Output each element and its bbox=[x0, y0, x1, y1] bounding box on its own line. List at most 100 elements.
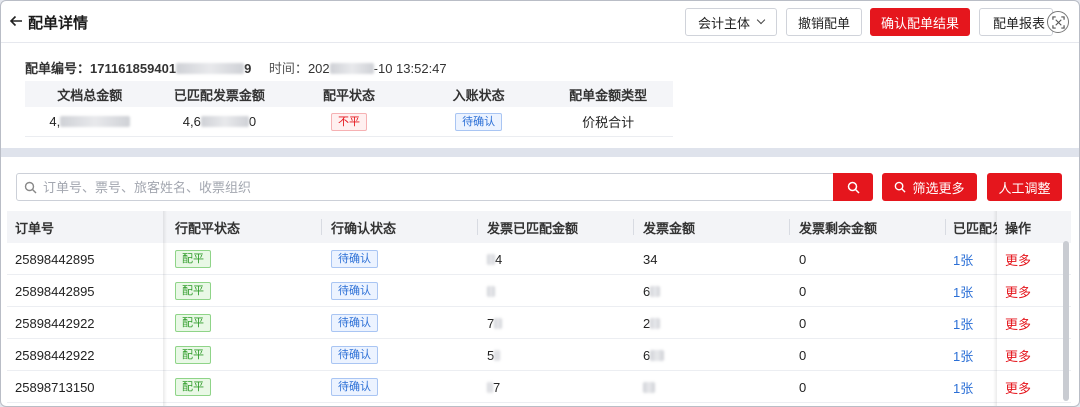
search-button[interactable] bbox=[833, 173, 873, 201]
redacted-block bbox=[200, 116, 249, 127]
time-value-tail: -10 13:52:47 bbox=[373, 61, 447, 76]
summary-amount-type: 价税合计 bbox=[582, 115, 635, 130]
status-badge: 待确认 bbox=[331, 346, 378, 364]
more-actions-link[interactable]: 更多 bbox=[1005, 314, 1031, 333]
entity-select-button[interactable]: 会计主体 bbox=[685, 8, 777, 36]
more-actions-link[interactable]: 更多 bbox=[1005, 282, 1031, 301]
col-invoice-amount: 发票金额 bbox=[643, 220, 696, 236]
redacted-block bbox=[487, 381, 493, 393]
redacted-block bbox=[494, 349, 501, 361]
cell-line-confirm: 待确认 bbox=[323, 307, 378, 339]
status-badge: 配平 bbox=[175, 314, 211, 332]
col-line-balance: 行配平状态 bbox=[175, 220, 241, 236]
cell-invoice-amount: 34 bbox=[635, 243, 657, 275]
summary-col-amount-type: 配单金额类型 bbox=[569, 87, 648, 103]
time-label: 时间： bbox=[268, 61, 308, 76]
cell-actions: 更多 bbox=[997, 371, 1031, 403]
chevron-down-icon bbox=[756, 15, 766, 25]
search-icon bbox=[17, 181, 43, 194]
back-arrow-icon[interactable] bbox=[7, 11, 25, 31]
cell-line-balance: 配平 bbox=[167, 243, 211, 275]
entity-select-label: 会计主体 bbox=[697, 15, 750, 31]
summary-table: 文档总金额 已匹配发票金额 配平状态 入账状态 配单金额类型 4, 4,6 0 不… bbox=[25, 81, 673, 137]
matched-amount-value: 7 bbox=[487, 315, 495, 331]
page-header: 配单详情 会计主体 撤销配单 确认配单结果 配单报表 bbox=[1, 1, 1079, 43]
search-icon bbox=[847, 181, 860, 194]
cell-line-confirm: 待确认 bbox=[323, 339, 378, 371]
matched-invoices-link[interactable]: 1张 bbox=[953, 314, 973, 333]
manual-adjust-button[interactable]: 人工调整 bbox=[987, 173, 1062, 201]
app-window: 配单详情 会计主体 撤销配单 确认配单结果 配单报表 配单编号：17116185… bbox=[0, 0, 1080, 407]
cell-line-confirm: 待确认 bbox=[323, 243, 378, 275]
summary-col-doc-total: 文档总金额 bbox=[57, 87, 123, 103]
table-scrollbar[interactable] bbox=[1063, 241, 1069, 401]
page-title: 配单详情 bbox=[28, 15, 89, 32]
col-order-no: 订单号 bbox=[15, 220, 55, 236]
column-divider bbox=[789, 219, 790, 235]
search-input[interactable] bbox=[43, 179, 871, 195]
redacted-block bbox=[487, 253, 495, 265]
cell-remaining-amount: 0 bbox=[799, 283, 807, 299]
cell-matched-amount bbox=[479, 275, 495, 307]
column-divider bbox=[321, 219, 322, 235]
cell-line-confirm: 待确认 bbox=[323, 275, 378, 307]
order-no-label: 配单编号： bbox=[25, 61, 91, 76]
doc-total-value: 4, bbox=[49, 114, 61, 129]
order-no-value: 171161859401 bbox=[90, 61, 177, 76]
status-badge: 待确认 bbox=[331, 378, 378, 396]
cell-remaining-amount: 0 bbox=[799, 315, 807, 331]
redacted-block bbox=[650, 285, 661, 297]
summary-balance-status: 不平 bbox=[284, 107, 414, 136]
redacted-block bbox=[494, 317, 503, 329]
invoice-amount-value: 34 bbox=[643, 251, 658, 267]
redacted-block bbox=[60, 116, 131, 127]
match-meta: 配单编号：171161859401 9 时间：202 -10 13:52:47 bbox=[25, 58, 447, 77]
redacted-block bbox=[650, 317, 661, 329]
match-info-section: 配单编号：171161859401 9 时间：202 -10 13:52:47 文档… bbox=[1, 44, 1079, 148]
section-divider bbox=[1, 148, 1079, 157]
cell-matched-amount: 5 bbox=[479, 339, 501, 371]
cell-invoice-amount: 6 bbox=[635, 339, 665, 371]
redacted-block bbox=[176, 63, 245, 74]
cell-remaining-amount: 0 bbox=[799, 347, 807, 363]
summary-row: 4, 4,6 0 不平 待确认 价税合计 bbox=[25, 107, 673, 137]
matched-amount-value: 7 bbox=[493, 379, 501, 395]
match-report-button[interactable]: 配单报表 bbox=[979, 8, 1053, 36]
cell-invoice-amount: 2 bbox=[635, 307, 661, 339]
col-matched-amount: 发票已匹配金额 bbox=[487, 220, 579, 236]
more-actions-link[interactable]: 更多 bbox=[1005, 346, 1031, 365]
matched-invoices-link[interactable]: 1张 bbox=[953, 250, 973, 269]
status-badge: 待确认 bbox=[331, 250, 378, 268]
more-actions-link[interactable]: 更多 bbox=[1005, 250, 1031, 269]
cell-order-no: 25898442895 bbox=[15, 251, 95, 267]
cell-order-no: 25898442922 bbox=[15, 347, 95, 363]
summary-col-posting-status: 入账状态 bbox=[452, 87, 505, 103]
more-actions-link[interactable]: 更多 bbox=[1005, 378, 1031, 397]
col-matched-invoices: 已匹配发 bbox=[953, 220, 997, 236]
filter-more-label: 筛选更多 bbox=[912, 180, 965, 196]
redacted-block bbox=[329, 63, 374, 74]
summary-doc-total: 4, bbox=[25, 107, 155, 136]
status-badge: 配平 bbox=[175, 346, 211, 364]
cancel-match-button[interactable]: 撤销配单 bbox=[786, 8, 862, 36]
cell-line-balance: 配平 bbox=[167, 307, 211, 339]
redacted-block bbox=[487, 285, 495, 297]
confirm-match-button[interactable]: 确认配单结果 bbox=[870, 8, 970, 36]
cell-invoice-amount: 6 bbox=[635, 275, 661, 307]
cell-line-confirm: 待确认 bbox=[323, 371, 378, 403]
summary-header: 文档总金额 已匹配发票金额 配平状态 入账状态 配单金额类型 bbox=[25, 81, 673, 107]
redacted-block bbox=[650, 349, 665, 361]
filter-more-button[interactable]: 筛选更多 bbox=[882, 173, 977, 201]
invoice-amount-value: 6 bbox=[643, 283, 651, 299]
screenshot-tool-icon[interactable] bbox=[1047, 11, 1069, 33]
cell-actions: 更多 bbox=[997, 307, 1031, 339]
matched-invoices-link[interactable]: 1张 bbox=[953, 282, 973, 301]
summary-matched-total: 4,6 0 bbox=[155, 107, 285, 136]
matched-invoices-link[interactable]: 1张 bbox=[953, 346, 973, 365]
order-no-tail: 9 bbox=[244, 61, 252, 76]
cell-order-no: 25898442895 bbox=[15, 283, 95, 299]
matched-invoices-link[interactable]: 1张 bbox=[953, 378, 973, 397]
match-detail-table: 订单号 行配平状态 行确认状态 发票已匹配金额 发票金额 发票剩余金额 已匹配发… bbox=[7, 211, 1071, 406]
time-value-head: 202 bbox=[307, 61, 330, 76]
cell-matched-invoices: 1张 bbox=[945, 371, 973, 403]
